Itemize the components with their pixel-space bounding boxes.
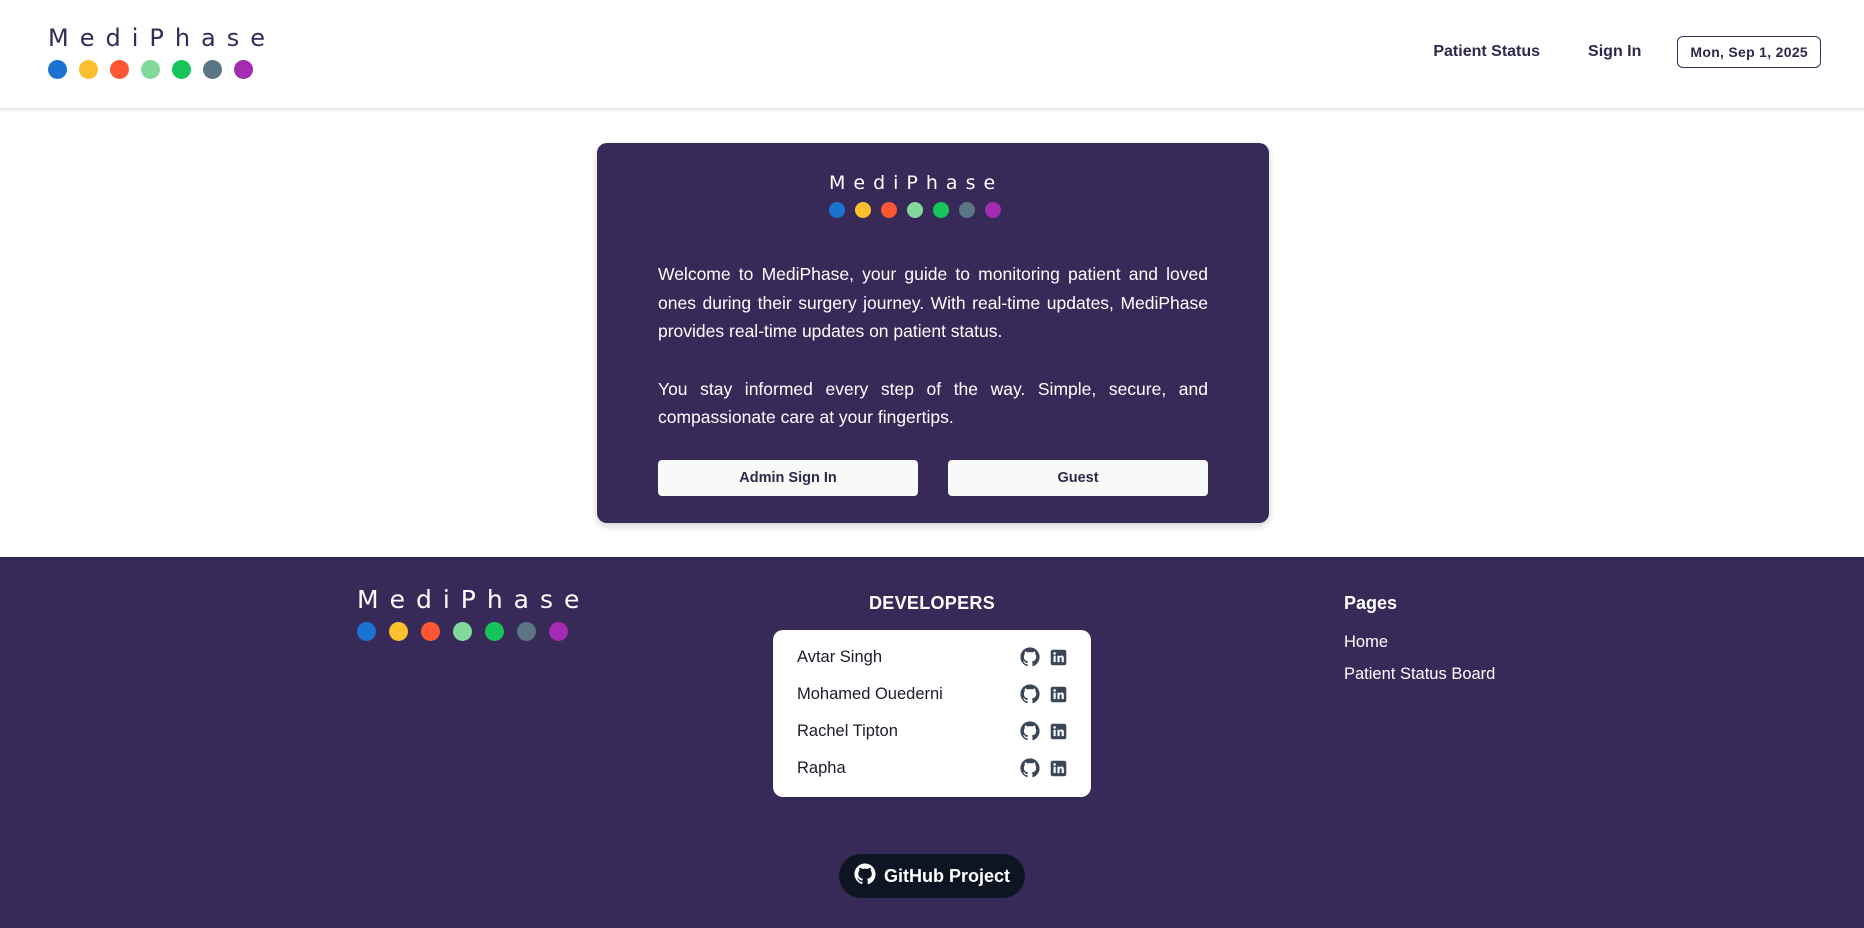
footer-brand-dots xyxy=(357,622,590,641)
admin-sign-in-button[interactable]: Admin Sign In xyxy=(658,460,918,496)
footer-link-home[interactable]: Home xyxy=(1344,633,1388,652)
developer-row: Rapha xyxy=(797,753,1067,783)
pages-title: Pages xyxy=(1344,593,1398,613)
github-icon[interactable] xyxy=(1020,721,1040,741)
linkedin-icon[interactable] xyxy=(1050,649,1067,666)
developer-row: Rachel Tipton xyxy=(797,716,1067,746)
developer-row: Avtar Singh xyxy=(797,642,1067,672)
nav-patient-status[interactable]: Patient Status xyxy=(1433,43,1540,61)
brand-dot xyxy=(829,202,845,218)
brand-dot xyxy=(79,60,98,79)
brand-dots xyxy=(48,60,276,79)
brand-dot xyxy=(141,60,160,79)
brand-dot xyxy=(549,622,568,641)
date-badge: Mon, Sep 1, 2025 xyxy=(1677,36,1821,68)
brand-dot xyxy=(110,60,129,79)
brand-dot xyxy=(421,622,440,641)
developer-links xyxy=(1020,758,1067,778)
welcome-paragraph-2: You stay informed every step of the way.… xyxy=(658,378,1208,428)
github-icon[interactable] xyxy=(1020,758,1040,778)
github-icon[interactable] xyxy=(1020,647,1040,667)
brand-dot xyxy=(203,60,222,79)
top-nav: Patient Status Sign In Mon, Sep 1, 2025 xyxy=(1433,36,1821,68)
brand-dot xyxy=(357,622,376,641)
card-brand-logo: MediPhase xyxy=(829,174,1003,218)
brand-dot xyxy=(234,60,253,79)
developers-title: DEVELOPERS xyxy=(868,593,996,613)
developer-name: Avtar Singh xyxy=(797,647,882,666)
welcome-card: MediPhase Welcome to MediPhase, your gui… xyxy=(597,143,1269,523)
brand-dot xyxy=(389,622,408,641)
brand-dot xyxy=(907,202,923,218)
welcome-text: Welcome to MediPhase, your guide to moni… xyxy=(658,260,1208,461)
brand-dot xyxy=(985,202,1001,218)
developer-name: Mohamed Ouederni xyxy=(797,684,943,703)
github-project-button[interactable]: GitHub Project xyxy=(839,854,1025,898)
brand-dot xyxy=(881,202,897,218)
linkedin-icon[interactable] xyxy=(1050,723,1067,740)
footer-brand-name: MediPhase xyxy=(357,585,591,614)
main-content: MediPhase Welcome to MediPhase, your gui… xyxy=(0,110,1864,559)
github-icon[interactable] xyxy=(1020,684,1040,704)
developers-list: Avtar Singh Mohamed Ouederni Rachel Tipt… xyxy=(773,630,1091,797)
linkedin-icon[interactable] xyxy=(1050,686,1067,703)
developer-links xyxy=(1020,684,1067,704)
brand-dot xyxy=(855,202,871,218)
brand-dot xyxy=(933,202,949,218)
brand-dot xyxy=(959,202,975,218)
nav-sign-in[interactable]: Sign In xyxy=(1588,43,1641,61)
brand-name: MediPhase xyxy=(48,24,277,52)
developer-links xyxy=(1020,647,1067,667)
card-brand-dots xyxy=(829,202,1003,218)
welcome-paragraph-1: Welcome to MediPhase, your guide to moni… xyxy=(658,264,1208,341)
site-header: MediPhase Patient Status Sign In Mon, Se… xyxy=(0,0,1864,110)
brand-dot xyxy=(48,60,67,79)
developer-name: Rapha xyxy=(797,758,846,777)
developer-row: Mohamed Ouederni xyxy=(797,679,1067,709)
brand-dot xyxy=(172,60,191,79)
brand-dot xyxy=(517,622,536,641)
brand-logo[interactable]: MediPhase xyxy=(48,26,276,79)
guest-button[interactable]: Guest xyxy=(948,460,1208,496)
footer-link-patient-status-board[interactable]: Patient Status Board xyxy=(1344,665,1495,684)
brand-dot xyxy=(485,622,504,641)
brand-dot xyxy=(453,622,472,641)
developer-links xyxy=(1020,721,1067,741)
footer-brand-logo[interactable]: MediPhase xyxy=(357,587,590,641)
developer-name: Rachel Tipton xyxy=(797,721,898,740)
linkedin-icon[interactable] xyxy=(1050,760,1067,777)
site-footer: MediPhase DEVELOPERS Avtar Singh Mohamed… xyxy=(0,557,1864,928)
card-brand-name: MediPhase xyxy=(829,172,1004,194)
github-icon xyxy=(854,862,876,890)
github-project-label: GitHub Project xyxy=(883,865,1010,886)
